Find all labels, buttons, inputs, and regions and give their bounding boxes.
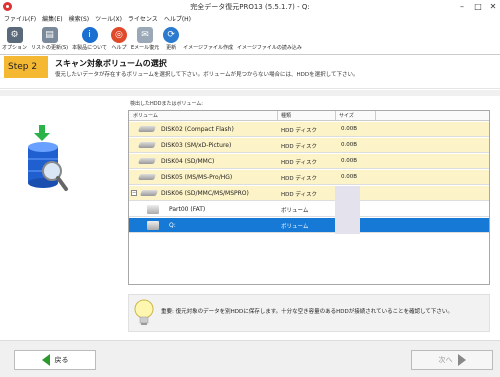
create-image-button[interactable]: イメージファイル作成: [183, 25, 233, 54]
volume-type: HDD ディスク: [281, 176, 317, 182]
help-label: ヘルプ: [111, 45, 127, 51]
drive-icon: [137, 142, 157, 148]
update-icon: ⟳: [163, 27, 180, 43]
main-panel: 検出したHDDまたはボリューム: ボリューム 種類 サイズ DISK02 (Co…: [0, 90, 500, 340]
volume-name: Part00 (FAT): [169, 206, 206, 213]
step-tag: Step 2: [4, 56, 48, 78]
volume-icon: [147, 221, 159, 230]
column-size[interactable]: サイズ: [339, 112, 354, 119]
volume-list[interactable]: ボリューム 種類 サイズ DISK02 (Compact Flash) HDD …: [128, 110, 490, 285]
size-placeholder: [335, 186, 360, 234]
drive-icon: [137, 126, 157, 132]
volume-name: DISK04 (SD/MMC): [161, 158, 215, 165]
minimize-button[interactable]: –: [455, 1, 469, 12]
back-label: 戻る: [54, 356, 69, 364]
about-button[interactable]: i 本製品について: [72, 25, 107, 54]
refresh-list-label: リストの更新(S): [31, 45, 69, 51]
drive-icon: [137, 174, 157, 180]
disk-search-icon: [28, 125, 68, 191]
notice-text: 重要: 復元対象のデータを別HDDに保存します。十分な空き容量のあるHDDが接続…: [161, 309, 453, 315]
volume-size: 0.00B: [341, 174, 358, 180]
load-image-label: イメージファイルの読み込み: [237, 45, 302, 51]
volume-name: DISK03 (SM/xD-Picture): [161, 142, 232, 149]
lightbulb-icon: [134, 299, 154, 325]
menu-bar: ファイル(F) 編集(E) 検索(S) ツール(X) ライセンス ヘルプ(H): [0, 14, 500, 25]
volume-name: DISK06 (SD/MMC/MS/MSPRO): [161, 190, 249, 197]
close-button[interactable]: ✕: [486, 1, 500, 12]
email-recovery-button[interactable]: ✉ Eメール復元: [131, 25, 159, 54]
menu-search[interactable]: 検索(S): [69, 14, 90, 25]
title-bar: 完全データ復元PRO13 (5.5.1.7) - Q: – □ ✕: [0, 0, 500, 14]
volume-type: HDD ディスク: [281, 160, 317, 166]
list-item[interactable]: DISK03 (SM/xD-Picture) HDD ディスク 0.00B: [129, 138, 489, 153]
options-label: オプション: [2, 45, 28, 51]
volume-size: 0.00B: [341, 126, 358, 132]
maximize-button[interactable]: □: [471, 1, 485, 12]
list-item[interactable]: DISK04 (SD/MMC) HDD ディスク 0.00B: [129, 154, 489, 169]
load-image-icon: [261, 27, 277, 43]
menu-edit[interactable]: 編集(E): [42, 14, 62, 25]
volume-type: HDD ディスク: [281, 144, 317, 150]
arrow-right-icon: [457, 354, 466, 366]
volume-name: DISK05 (MS/MS-Pro/HG): [161, 174, 233, 181]
email-recovery-label: Eメール復元: [130, 45, 160, 51]
next-label: 次へ: [438, 356, 453, 364]
volume-size: 0.00B: [341, 158, 358, 164]
refresh-list-icon: ▤: [41, 27, 58, 43]
volume-type: HDD ディスク: [281, 192, 317, 198]
menu-license[interactable]: ライセンス: [128, 14, 158, 25]
step-header: Step 2 スキャン対象ボリュームの選択 復元したいデータが存在するボリューム…: [0, 55, 500, 89]
volume-type: HDD ディスク: [281, 128, 317, 134]
next-button[interactable]: 次へ: [411, 350, 493, 370]
menu-tools[interactable]: ツール(X): [95, 14, 122, 25]
email-icon: ✉: [137, 27, 154, 43]
column-type[interactable]: 種類: [281, 112, 291, 119]
create-image-icon: [200, 27, 216, 43]
list-item[interactable]: DISK05 (MS/MS-Pro/HG) HDD ディスク 0.00B: [129, 170, 489, 185]
collapse-toggle[interactable]: −: [131, 190, 137, 196]
info-icon: i: [81, 27, 98, 43]
volume-icon: [147, 205, 159, 214]
footer-bar: 戻る 次へ: [0, 340, 500, 377]
list-item[interactable]: DISK02 (Compact Flash) HDD ディスク 0.00B: [129, 122, 489, 137]
list-item[interactable]: − DISK06 (SD/MMC/MS/MSPRO) HDD ディスク: [129, 186, 489, 201]
back-button[interactable]: 戻る: [14, 350, 96, 370]
volume-name: Q:: [169, 222, 176, 229]
update-button[interactable]: ⟳ 更新: [163, 25, 180, 54]
list-item[interactable]: Part00 (FAT) ボリューム: [129, 202, 489, 217]
update-label: 更新: [166, 45, 177, 51]
create-image-label: イメージファイル作成: [183, 45, 234, 51]
list-item-selected[interactable]: Q: ボリューム: [129, 218, 489, 233]
toolbar: ⚙ オプション ▤ リストの更新(S) i 本製品について ◎ ヘルプ ✉ Eメ…: [0, 25, 500, 55]
notice-panel: 重要: 復元対象のデータを別HDDに保存します。十分な空き容量のあるHDDが接続…: [128, 294, 490, 332]
step-title: スキャン対象ボリュームの選択: [55, 59, 167, 68]
about-label: 本製品について: [72, 45, 107, 51]
help-lifebuoy-icon: ◎: [110, 27, 127, 43]
help-button[interactable]: ◎ ヘルプ: [110, 25, 127, 54]
drive-icon: [137, 158, 157, 164]
volume-size: 0.00B: [341, 142, 358, 148]
list-header: ボリューム 種類 サイズ: [129, 111, 489, 121]
step-description: 復元したいデータが存在するボリュームを選択して下さい。ボリュームが見つからない場…: [55, 72, 359, 78]
column-volume[interactable]: ボリューム: [133, 112, 158, 119]
volume-type: ボリューム: [281, 208, 309, 214]
drive-icon: [139, 190, 159, 196]
window-title: 完全データ復元PRO13 (5.5.1.7) - Q:: [190, 3, 310, 11]
options-button[interactable]: ⚙ オプション: [2, 25, 27, 54]
options-icon: ⚙: [6, 27, 23, 43]
list-label: 検出したHDDまたはボリューム:: [130, 101, 203, 107]
volume-name: DISK02 (Compact Flash): [161, 126, 234, 133]
arrow-left-icon: [41, 354, 50, 366]
load-image-button[interactable]: イメージファイルの読み込み: [237, 25, 302, 54]
volume-type: ボリューム: [281, 224, 309, 230]
menu-help[interactable]: ヘルプ(H): [164, 14, 191, 25]
menu-file[interactable]: ファイル(F): [4, 14, 36, 25]
refresh-list-button[interactable]: ▤ リストの更新(S): [31, 25, 68, 54]
